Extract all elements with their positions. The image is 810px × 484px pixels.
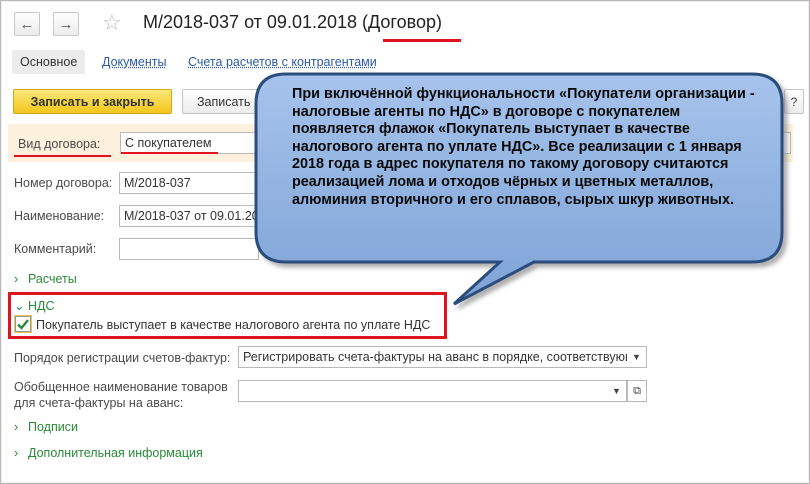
invoice-order-field[interactable]: Регистрировать счета-фактуры на аванс в … <box>238 346 628 368</box>
chevron-right-icon: › <box>14 272 19 286</box>
comment-field[interactable] <box>119 238 259 260</box>
generic-name-field[interactable] <box>238 380 608 402</box>
name-label: Наименование: <box>14 209 105 223</box>
back-button[interactable]: ← <box>14 12 40 36</box>
help-button[interactable]: ? <box>784 89 804 114</box>
save-button[interactable]: Записать <box>182 89 262 114</box>
arrow-left-icon: ← <box>19 15 35 33</box>
number-field[interactable]: М/2018-037 <box>119 172 259 194</box>
invoice-order-label: Порядок регистрации счетов-фактур: <box>14 351 231 365</box>
open-window-icon: ⧉ <box>633 384 641 397</box>
chevron-down-icon: ▼ <box>632 352 641 362</box>
chevron-right-icon: › <box>14 420 19 434</box>
callout-text: При включённой функциональности «Покупат… <box>292 86 755 208</box>
open-icon-button[interactable]: ⧉ <box>627 380 647 402</box>
section-vat[interactable]: ⌄ НДС <box>14 298 55 313</box>
favorite-star-icon[interactable]: ☆ <box>102 12 122 34</box>
title-contract-type: Договор <box>368 12 436 32</box>
generic-name-label-line1: Обобщенное наименование товаров <box>14 380 228 394</box>
chevron-down-icon: ▼ <box>612 386 621 396</box>
contract-type-dropdown[interactable]: ▼ <box>771 132 791 154</box>
title-red-underline <box>383 39 461 42</box>
forward-button[interactable]: → <box>53 12 79 36</box>
contract-type-field[interactable]: С покупателем <box>120 132 260 154</box>
tax-agent-checkbox[interactable] <box>14 315 32 333</box>
generic-name-label-line2: для счета-фактуры на аванс: <box>14 396 184 410</box>
tab-accounts[interactable]: Счета расчетов с контрагентами <box>188 55 377 69</box>
save-close-button[interactable]: Записать и закрыть <box>13 89 172 114</box>
chevron-right-icon: › <box>14 446 19 460</box>
generic-name-dropdown[interactable]: ▼ <box>607 380 627 402</box>
chevron-down-icon: ▼ <box>776 138 786 148</box>
tab-main[interactable]: Основное <box>12 50 86 74</box>
invoice-order-dropdown[interactable]: ▼ <box>627 346 647 368</box>
label-red-underline <box>14 155 111 157</box>
checkmark-icon <box>17 319 29 330</box>
name-field[interactable]: М/2018-037 от 09.01.2018 <box>119 205 259 227</box>
arrow-right-icon: → <box>58 15 74 33</box>
section-signatures[interactable]: › Подписи <box>14 420 78 434</box>
value-red-underline <box>121 152 218 154</box>
comment-label: Комментарий: <box>14 242 97 256</box>
tab-documents[interactable]: Документы <box>102 55 166 69</box>
section-settlements[interactable]: › Расчеты <box>14 272 77 286</box>
chevron-down-icon: ⌄ <box>14 299 25 313</box>
contract-type-label: Вид договора: <box>18 137 101 151</box>
tax-agent-label: Покупатель выступает в качестве налогово… <box>36 318 431 332</box>
section-additional[interactable]: › Дополнительная информация <box>14 446 203 460</box>
page-title: М/2018-037 от 09.01.2018 (Договор) <box>143 12 442 32</box>
number-label: Номер договора: <box>14 176 113 190</box>
